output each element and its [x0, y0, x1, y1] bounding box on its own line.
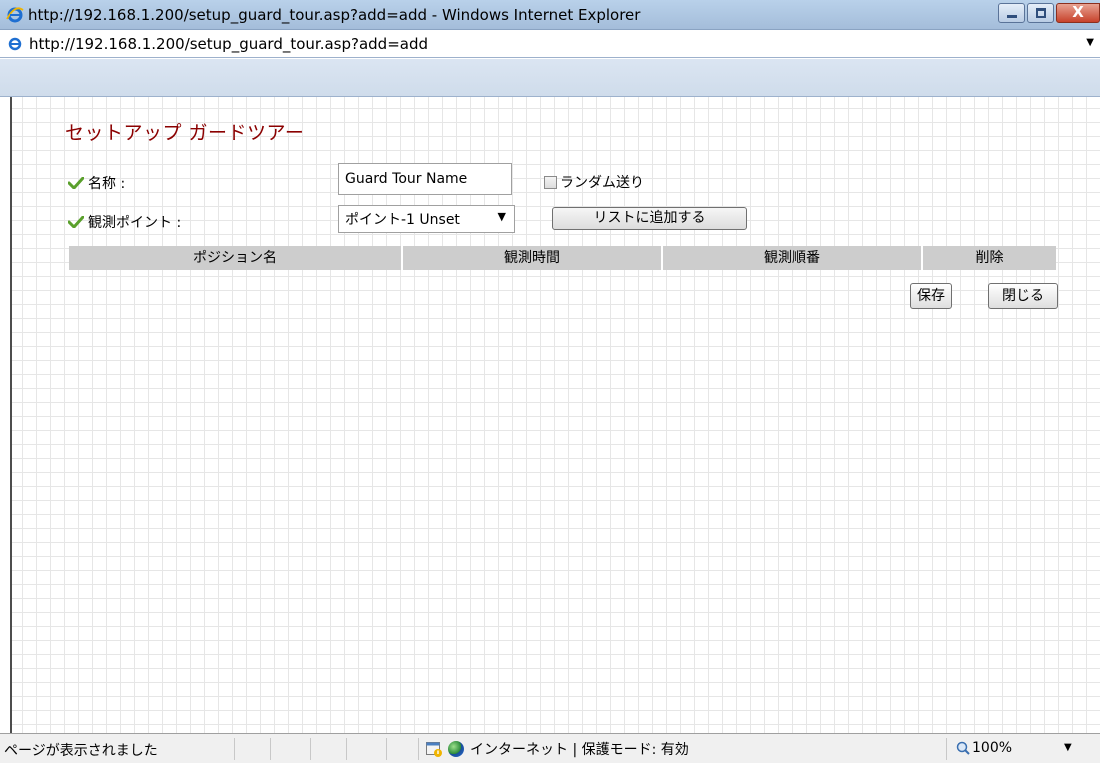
address-url[interactable]: http://192.168.1.200/setup_guard_tour.as… — [29, 35, 428, 53]
name-label: 名称 : — [88, 176, 126, 192]
maximize-button[interactable] — [1027, 3, 1054, 23]
minimize-icon — [1007, 15, 1017, 18]
browser-toolbar-strip — [0, 59, 1100, 97]
maximize-icon — [1036, 8, 1046, 18]
status-divider — [270, 738, 271, 760]
status-divider — [946, 738, 947, 760]
status-bar: ページが表示されました インターネット | 保護モード: 有効 100% ▼ — [0, 733, 1100, 763]
random-checkbox[interactable] — [544, 175, 557, 189]
checkmark-icon — [67, 176, 85, 190]
point-selected-value: ポイント-1 Unset — [345, 212, 460, 228]
status-divider — [346, 738, 347, 760]
page-content: セットアップ ガードツアー 名称 : ランダム送り 観測ポイント : ポイント-… — [10, 97, 1100, 733]
guard-tour-name-input[interactable] — [338, 163, 512, 195]
zoom-text: 100% — [972, 740, 1013, 756]
address-dropdown-icon[interactable]: ▼ — [1086, 37, 1094, 48]
status-divider — [418, 738, 419, 760]
status-divider — [310, 738, 311, 760]
security-zone[interactable]: インターネット | 保護モード: 有効 — [426, 739, 689, 759]
minimize-button[interactable] — [998, 3, 1025, 23]
window-title: http://192.168.1.200/setup_guard_tour.as… — [28, 5, 641, 24]
status-divider — [386, 738, 387, 760]
random-label: ランダム送り — [560, 175, 644, 191]
close-window-button[interactable]: X — [1056, 3, 1100, 23]
status-divider — [234, 738, 235, 760]
ie-logo-icon — [6, 6, 24, 24]
status-message: ページが表示されました — [4, 743, 158, 759]
point-row-label: 観測ポイント : — [67, 212, 182, 232]
close-icon: X — [1072, 3, 1084, 21]
security-zone-text: インターネット | 保護モード: 有効 — [470, 742, 689, 758]
tour-table-header: ポジション名 観測時間 観測順番 削除 — [69, 246, 1056, 270]
address-bar[interactable]: http://192.168.1.200/setup_guard_tour.as… — [0, 31, 1100, 58]
add-to-list-button[interactable]: リストに追加する — [552, 207, 747, 230]
internet-globe-icon — [448, 741, 464, 757]
point-label: 観測ポイント : — [88, 215, 182, 231]
close-button[interactable]: 閉じる — [988, 283, 1058, 309]
checkmark-icon — [67, 215, 85, 229]
column-header-delete: 削除 — [923, 246, 1056, 270]
window-title-bar[interactable]: http://192.168.1.200/setup_guard_tour.as… — [0, 0, 1100, 30]
column-header-observation-time: 観測時間 — [403, 246, 663, 270]
page-favicon-icon — [7, 36, 23, 52]
zoom-dropdown-icon[interactable]: ▼ — [1064, 742, 1072, 753]
column-header-observation-order: 観測順番 — [663, 246, 923, 270]
page-title: セットアップ ガードツアー — [65, 122, 305, 144]
random-option[interactable]: ランダム送り — [544, 172, 644, 192]
observation-point-select[interactable]: ポイント-1 Unset ▼ — [338, 205, 515, 233]
column-header-position-name: ポジション名 — [69, 246, 403, 270]
save-button[interactable]: 保存 — [910, 283, 952, 309]
name-row-label: 名称 : — [67, 173, 126, 193]
popup-blocker-icon — [426, 741, 442, 757]
magnifier-icon — [956, 741, 970, 755]
chevron-down-icon: ▼ — [497, 210, 506, 223]
zoom-level[interactable]: 100% — [956, 740, 1012, 756]
